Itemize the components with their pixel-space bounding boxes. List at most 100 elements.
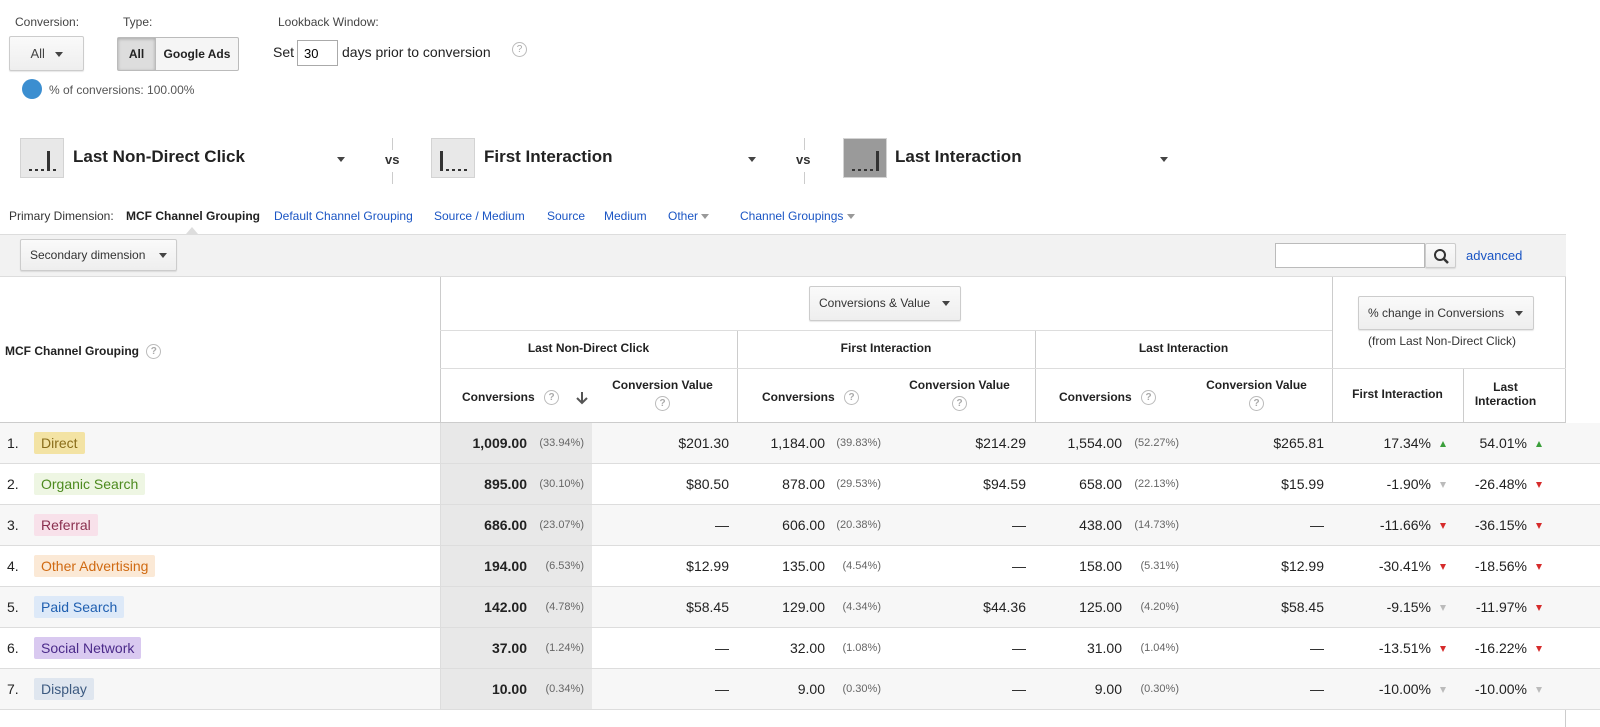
- dimension-header-label: MCF Channel Grouping: [5, 344, 139, 358]
- col-value-li[interactable]: Conversion Value?: [1194, 378, 1319, 411]
- dim-link-source-medium[interactable]: Source / Medium: [434, 209, 525, 223]
- col-label: Conversions: [1059, 390, 1132, 404]
- col-value-lndc[interactable]: Conversion Value?: [600, 378, 725, 411]
- change-fi: -30.41%: [1378, 558, 1431, 574]
- table-row[interactable]: 6. Social Network 37.00 (1.24%) — 32.00 (1.08%…: [0, 628, 1600, 669]
- lndc-value: —: [715, 640, 729, 656]
- help-icon[interactable]: ?: [512, 42, 527, 57]
- divider: [440, 587, 441, 628]
- chevron-down-icon: [701, 214, 710, 220]
- change-li: 54.01%: [1479, 435, 1527, 451]
- lndc-value: $201.30: [678, 435, 729, 451]
- help-icon[interactable]: ?: [146, 344, 162, 360]
- chevron-down-icon: [337, 157, 345, 162]
- dim-link-source[interactable]: Source: [547, 209, 585, 223]
- advanced-link[interactable]: advanced: [1466, 248, 1522, 263]
- table-row[interactable]: 3. Referral 686.00 (23.07%) — 606.00 (20.38%) —…: [0, 505, 1600, 546]
- fi-value: $94.59: [983, 476, 1026, 492]
- type-label: Type:: [123, 15, 153, 29]
- col-conversions-li[interactable]: Conversions ?: [1059, 390, 1157, 406]
- table-row[interactable]: 1. Direct 1,009.00 (33.94%) $201.30 1,184.00 (…: [0, 423, 1600, 464]
- channel-chip[interactable]: Paid Search: [34, 596, 125, 618]
- change-selector-label: % change in Conversions: [1368, 306, 1505, 320]
- row-index: 6.: [7, 640, 19, 656]
- table-row[interactable]: 7. Display 10.00 (0.34%) — 9.00 (0.30%) — 9.00 (0…: [0, 669, 1600, 710]
- channel-chip[interactable]: Direct: [34, 432, 85, 454]
- lndc-conversions: 895.00: [484, 476, 527, 492]
- table-row[interactable]: 5. Paid Search 142.00 (4.78%) $58.45 129.00 (4…: [0, 587, 1600, 628]
- dim-link-other[interactable]: Other: [668, 209, 710, 223]
- fi-value: $44.36: [983, 599, 1026, 615]
- help-icon[interactable]: ?: [952, 396, 967, 411]
- row-index: 5.: [7, 599, 19, 615]
- help-icon[interactable]: ?: [655, 396, 670, 411]
- pct-conversions: % of conversions: 100.00%: [49, 83, 195, 97]
- fi-value: —: [1012, 640, 1026, 656]
- li-value: —: [1310, 517, 1324, 533]
- dim-link-default-channel-grouping[interactable]: Default Channel Grouping: [274, 209, 413, 223]
- col-change-fi[interactable]: First Interaction: [1332, 387, 1463, 401]
- arrow-down-icon: [1440, 646, 1446, 653]
- secondary-dimension-dropdown[interactable]: Secondary dimension: [20, 239, 177, 271]
- set-label: Set: [273, 44, 295, 60]
- help-icon[interactable]: ?: [1141, 390, 1157, 406]
- fi-pct: (29.53%): [836, 478, 881, 490]
- primary-dimension-active[interactable]: MCF Channel Grouping: [126, 209, 260, 223]
- type-google-ads-button[interactable]: Google Ads: [156, 38, 238, 70]
- dim-link-channel-groupings[interactable]: Channel Groupings: [740, 209, 855, 223]
- li-value: $15.99: [1281, 476, 1324, 492]
- dim-link-medium[interactable]: Medium: [604, 209, 647, 223]
- channel-chip[interactable]: Display: [34, 678, 94, 700]
- channel-chip[interactable]: Other Advertising: [34, 555, 156, 577]
- lndc-conversions: 686.00: [484, 517, 527, 533]
- help-icon[interactable]: ?: [544, 390, 560, 406]
- arrow-up-icon: [1440, 441, 1446, 448]
- li-pct: (4.20%): [1140, 601, 1179, 613]
- channel-chip[interactable]: Referral: [34, 514, 98, 536]
- lndc-pct: (33.94%): [539, 437, 584, 449]
- help-icon[interactable]: ?: [1249, 396, 1264, 411]
- conversion-dropdown[interactable]: All: [9, 36, 84, 71]
- lndc-conversions: 194.00: [484, 558, 527, 574]
- metric-selector-label: Conversions & Value: [819, 296, 931, 310]
- lookback-days-input[interactable]: [297, 40, 338, 66]
- lndc-conversions: 10.00: [491, 681, 527, 697]
- change-selector[interactable]: % change in Conversions: [1358, 296, 1534, 330]
- lndc-value: $58.45: [686, 599, 729, 615]
- divider: [440, 669, 441, 710]
- fi-value: —: [1012, 681, 1026, 697]
- lndc-conversions: 37.00: [491, 640, 527, 656]
- table-search-input[interactable]: [1275, 243, 1425, 268]
- table-row[interactable]: 4. Other Advertising 194.00 (6.53%) $12.99 13…: [0, 546, 1600, 587]
- table-row[interactable]: 2. Organic Search 895.00 (30.10%) $80.50 878.…: [0, 464, 1600, 505]
- lndc-pct: (30.10%): [539, 478, 584, 490]
- channel-chip[interactable]: Social Network: [34, 637, 142, 659]
- type-toggle: All Google Ads: [117, 37, 239, 71]
- pie-icon: [22, 79, 42, 99]
- fi-pct: (4.34%): [842, 601, 881, 613]
- metric-selector[interactable]: Conversions & Value: [809, 286, 961, 321]
- active-indicator: [186, 227, 198, 234]
- divider: [804, 138, 805, 150]
- row-index: 3.: [7, 517, 19, 533]
- col-change-li[interactable]: Last Interaction: [1468, 380, 1543, 408]
- fi-value: $214.29: [975, 435, 1026, 451]
- days-suffix: days prior to conversion: [342, 44, 491, 60]
- channel-chip[interactable]: Organic Search: [34, 473, 146, 495]
- col-conversions-fi[interactable]: Conversions ?: [762, 390, 860, 406]
- type-all-button[interactable]: All: [118, 38, 156, 70]
- search-button[interactable]: [1425, 243, 1456, 268]
- conversion-value: All: [30, 46, 45, 61]
- col-conversions-lndc[interactable]: Conversions ?: [462, 390, 589, 406]
- help-icon[interactable]: ?: [844, 390, 860, 406]
- fi-conversions: 9.00: [797, 681, 825, 697]
- fi-pct: (39.83%): [836, 437, 881, 449]
- chevron-down-icon: [748, 157, 756, 162]
- arrow-down-icon: [1536, 482, 1542, 489]
- row-index: 4.: [7, 558, 19, 574]
- change-li: -36.15%: [1474, 517, 1527, 533]
- arrow-down-icon: [1440, 482, 1446, 489]
- fi-conversions: 878.00: [782, 476, 825, 492]
- change-subtitle: (from Last Non-Direct Click): [1368, 334, 1517, 348]
- col-value-fi[interactable]: Conversion Value?: [897, 378, 1022, 411]
